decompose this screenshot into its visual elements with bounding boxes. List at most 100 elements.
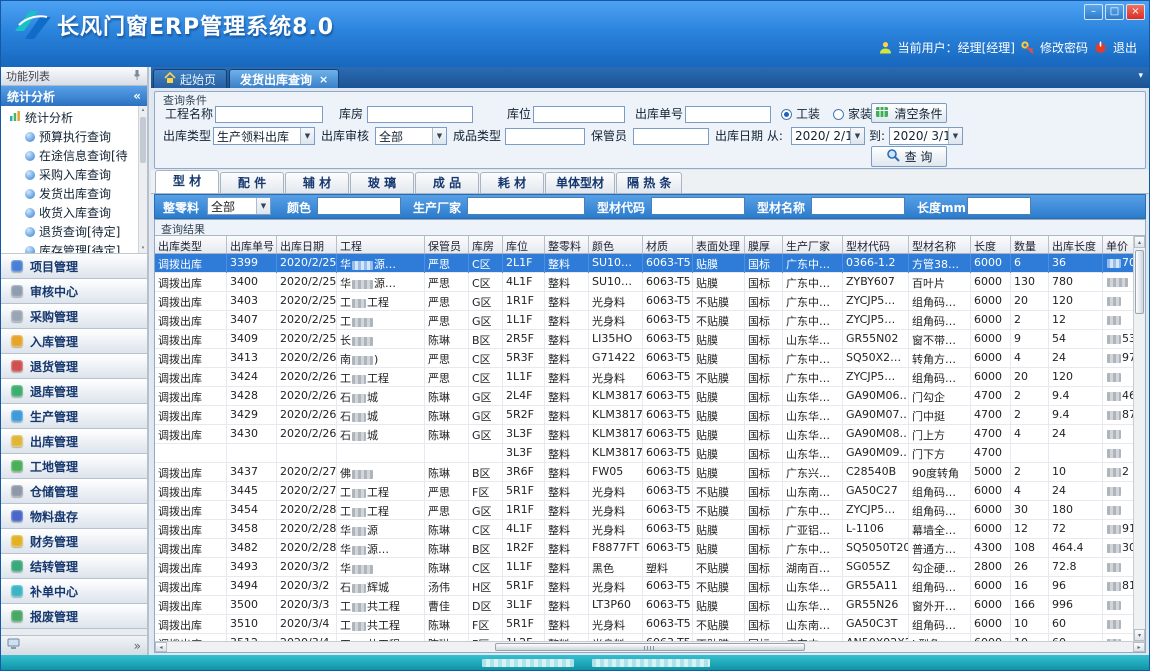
logout-link[interactable]: 退出 (1113, 39, 1137, 56)
column-header[interactable]: 型材名称 (909, 236, 971, 253)
profile-name-input[interactable] (811, 197, 905, 215)
column-header[interactable]: 出库日期 (277, 236, 337, 253)
column-header[interactable]: 库位 (503, 236, 545, 253)
radio-home[interactable]: 家装 (833, 106, 872, 123)
column-header[interactable]: 生产厂家 (783, 236, 843, 253)
maximize-button[interactable]: □ (1105, 4, 1124, 20)
sidebar-module[interactable]: 项目管理 (1, 254, 147, 279)
monitor-icon[interactable] (7, 638, 20, 653)
tree-item[interactable]: 在途信息查询[待 (1, 146, 138, 165)
column-header[interactable]: 库房 (469, 236, 503, 253)
sidebar-module[interactable]: 报废管理 (1, 604, 147, 629)
material-tab[interactable]: 玻 璃 (350, 172, 414, 193)
scroll-up-icon[interactable]: ▴ (1134, 236, 1145, 248)
sidebar-module[interactable]: 退库管理 (1, 379, 147, 404)
table-row[interactable]: 调拨出库34942020/3/2石辉城汤伟H区5R1F整料光身料6063-T5不… (155, 577, 1133, 596)
grid-horizontal-scrollbar[interactable]: ◂ ▸ (155, 641, 1145, 652)
tab-shipment-out-query[interactable]: 发货出库查询 × (229, 69, 339, 88)
table-row[interactable]: 调拨出库34582020/2/28华源陈琳C区4L1F整料光身料6063-T5贴… (155, 520, 1133, 539)
sidebar-module[interactable]: 工地管理 (1, 454, 147, 479)
tab-list-dropdown-icon[interactable]: ▾ (1138, 71, 1143, 81)
sidebar-module[interactable]: 物料盘存 (1, 504, 147, 529)
column-header[interactable]: 出库类型 (155, 236, 227, 253)
grid-vertical-scrollbar[interactable]: ▴ ▾ (1133, 236, 1145, 641)
table-row[interactable]: 调拨出库34282020/2/26石城陈琳G区2L4F整料KLM38176063… (155, 387, 1133, 406)
tree-item[interactable]: 采购入库查询 (1, 165, 138, 184)
change-password-link[interactable]: 修改密码 (1040, 39, 1088, 56)
sidebar-module[interactable]: 财务管理 (1, 529, 147, 554)
clear-conditions-button[interactable]: 清空条件 (871, 103, 947, 123)
color-input[interactable] (317, 197, 401, 215)
sidebar-module[interactable]: 生产管理 (1, 404, 147, 429)
tab-close-icon[interactable]: × (319, 73, 328, 86)
warehouse-input[interactable] (367, 106, 473, 123)
tree-item[interactable]: 发货出库查询 (1, 184, 138, 203)
search-button[interactable]: 查 询 (871, 146, 947, 167)
order-no-input[interactable] (685, 106, 771, 123)
column-header[interactable]: 表面处理 (693, 236, 745, 253)
sidebar-module[interactable]: 结转管理 (1, 554, 147, 579)
column-header[interactable]: 出库长度 (1049, 236, 1103, 253)
table-row[interactable]: 调拨出库35002020/3/3工共工程曹佳D区3L1F整料LT3P606063… (155, 596, 1133, 615)
sidebar-module[interactable]: 补单中心 (1, 579, 147, 604)
minimize-button[interactable]: – (1084, 4, 1103, 20)
material-tab[interactable]: 隔 热 条 (616, 172, 682, 193)
audit-select[interactable]: 全部 ▼ (375, 127, 447, 145)
tree-item[interactable]: 预算执行查询 (1, 127, 138, 146)
column-header[interactable]: 出库单号 (227, 236, 277, 253)
table-row[interactable]: 调拨出库34092020/2/25长陈琳B区2R5F整料LI35HO6063-T… (155, 330, 1133, 349)
tree-item[interactable]: 库存管理[待定] (1, 241, 138, 254)
sidebar-module[interactable]: 仓储管理 (1, 479, 147, 504)
date-from-select[interactable]: 2020/ 2/16 ▼ (791, 127, 865, 145)
material-tab[interactable]: 成 品 (415, 172, 479, 193)
column-header[interactable]: 数量 (1011, 236, 1049, 253)
table-row[interactable]: 调拨出库34072020/2/25工严思G区1L1F整料光身料6063-T5不贴… (155, 311, 1133, 330)
maker-input[interactable] (467, 197, 585, 215)
sidebar-module[interactable]: 出库管理 (1, 429, 147, 454)
sidebar-module[interactable]: 入库管理 (1, 329, 147, 354)
table-row[interactable]: 调拨出库34372020/2/27佛陈琳B区3R6F整料FW056063-T5贴… (155, 463, 1133, 482)
scroll-left-icon[interactable]: ◂ (155, 642, 167, 652)
scroll-down-icon[interactable]: ▾ (139, 244, 147, 253)
material-tab[interactable]: 型 材 (155, 170, 219, 193)
date-to-select[interactable]: 2020/ 3/16 ▼ (889, 127, 963, 145)
column-header[interactable]: 颜色 (589, 236, 643, 253)
pin-icon[interactable] (132, 69, 142, 84)
sidebar-module[interactable]: 采购管理 (1, 304, 147, 329)
table-row[interactable]: 调拨出库34452020/2/27工工程严思F区5R1F整料光身料6063-T5… (155, 482, 1133, 501)
radio-industrial[interactable]: 工装 (781, 106, 820, 123)
column-header[interactable]: 型材代码 (843, 236, 909, 253)
scroll-down-icon[interactable]: ▾ (1134, 629, 1145, 641)
length-input[interactable] (967, 197, 1031, 215)
material-tab[interactable]: 辅 材 (285, 172, 349, 193)
profile-code-input[interactable] (651, 197, 745, 215)
material-tab[interactable]: 耗 材 (480, 172, 544, 193)
table-row[interactable]: 调拨出库35102020/3/4工共工程陈琳F区5R1F整料光身料6063-T5… (155, 615, 1133, 634)
scroll-up-icon[interactable]: ▴ (139, 106, 147, 115)
material-tab[interactable]: 单体型材 (545, 172, 615, 193)
scroll-thumb[interactable] (495, 643, 805, 651)
column-header[interactable]: 长度 (971, 236, 1011, 253)
scroll-thumb[interactable] (1135, 250, 1144, 314)
column-header[interactable]: 材质 (643, 236, 693, 253)
out-type-select[interactable]: 生产领料出库 ▼ (213, 127, 315, 145)
sidebar-module[interactable]: 审核中心 (1, 279, 147, 304)
table-row[interactable]: 调拨出库34932020/3/2华陈琳C区1L1F整料黑色塑料不贴膜国标湖南百…… (155, 558, 1133, 577)
product-type-input[interactable] (505, 128, 585, 145)
sidebar-module[interactable]: 退货管理 (1, 354, 147, 379)
column-header[interactable]: 膜厚 (745, 236, 783, 253)
table-row[interactable]: 3L3F整料KLM38176063-T5贴膜国标山东华…GA90M09…门下方4… (155, 444, 1133, 463)
column-header[interactable]: 单价 (1103, 236, 1133, 253)
project-name-input[interactable] (215, 106, 323, 123)
table-row[interactable]: 调拨出库34302020/2/26石城陈琳G区3L3F整料KLM38176063… (155, 425, 1133, 444)
tab-home[interactable]: 起始页 (153, 69, 227, 88)
column-header[interactable]: 工程 (337, 236, 425, 253)
table-row[interactable]: 调拨出库34542020/2/28工工程严思G区1R1F整料光身料6063-T5… (155, 501, 1133, 520)
whole-part-select[interactable]: 全部 ▼ (207, 197, 271, 215)
tree-scrollbar[interactable]: ▴ ▾ (138, 106, 147, 253)
table-row[interactable]: 调拨出库35122020/3/4工共工程陈琳F区1L2F整料光身料6063-T5… (155, 634, 1133, 641)
column-header[interactable]: 保管员 (425, 236, 469, 253)
more-panels-icon[interactable]: » (134, 639, 141, 653)
collapse-icon[interactable]: « (133, 89, 141, 103)
table-row[interactable]: 调拨出库33992020/2/25华源…严思C区2L1F整料SU10…6063-… (155, 254, 1133, 273)
